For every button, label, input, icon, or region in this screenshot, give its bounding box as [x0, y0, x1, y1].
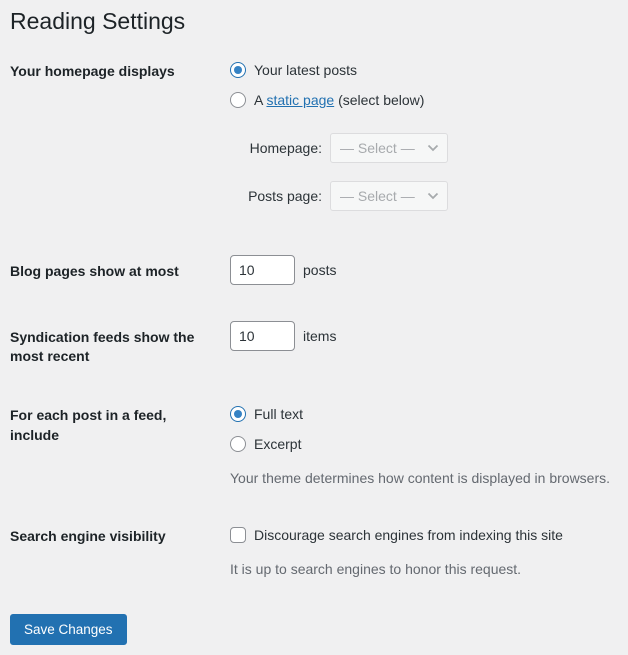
posts-page-select-label: Posts page: [230, 188, 322, 204]
radio-option-excerpt[interactable]: Excerpt [230, 433, 618, 455]
static-page-link[interactable]: static page [266, 92, 334, 108]
discourage-indexing-label: Discourage search engines from indexing … [254, 524, 563, 546]
checkbox-option-discourage-indexing[interactable]: Discourage search engines from indexing … [230, 524, 618, 546]
homepage-select: — Select — [330, 133, 448, 163]
blog-pages-label: Blog pages show at most [10, 255, 210, 282]
excerpt-radio[interactable] [230, 436, 246, 452]
blog-pages-row: Blog pages show at most posts [10, 237, 618, 303]
posts-per-page-input[interactable] [230, 255, 295, 285]
search-visibility-description: It is up to search engines to honor this… [230, 559, 618, 579]
feed-content-row: For each post in a feed, include Full te… [10, 385, 618, 506]
full-text-radio-label: Full text [254, 403, 303, 425]
feed-content-label: For each post in a feed, include [10, 403, 210, 445]
excerpt-radio-label: Excerpt [254, 433, 301, 455]
radio-option-latest-posts[interactable]: Your latest posts [230, 59, 618, 81]
latest-posts-radio-label: Your latest posts [254, 59, 357, 81]
radio-option-full-text[interactable]: Full text [230, 403, 618, 425]
chevron-down-icon [427, 192, 439, 200]
static-page-radio[interactable] [230, 92, 246, 108]
reading-settings-page: Reading Settings Your homepage displays … [0, 0, 628, 655]
search-visibility-row: Search engine visibility Discourage sear… [10, 506, 618, 597]
settings-form: Your homepage displays Your latest posts… [10, 41, 618, 598]
submit-area: Save Changes [10, 598, 618, 655]
search-visibility-label: Search engine visibility [10, 524, 210, 547]
save-changes-button[interactable]: Save Changes [10, 614, 127, 646]
full-text-radio[interactable] [230, 406, 246, 422]
homepage-displays-label: Your homepage displays [10, 59, 210, 82]
homepage-select-label: Homepage: [230, 140, 322, 156]
latest-posts-radio[interactable] [230, 62, 246, 78]
feed-items-unit: items [303, 328, 336, 344]
posts-per-page-unit: posts [303, 262, 336, 278]
static-page-radio-label: A static page (select below) [254, 89, 424, 111]
homepage-displays-row: Your homepage displays Your latest posts… [10, 41, 618, 237]
page-title: Reading Settings [10, 0, 618, 39]
posts-page-select-row: Posts page: — Select — [230, 181, 618, 211]
discourage-indexing-checkbox[interactable] [230, 527, 246, 543]
homepage-select-row: Homepage: — Select — [230, 133, 618, 163]
posts-page-select-value: — Select — [340, 188, 415, 204]
syndication-row: Syndication feeds show the most recent i… [10, 303, 618, 385]
feed-content-description: Your theme determines how content is dis… [230, 468, 618, 488]
radio-option-static-page[interactable]: A static page (select below) [230, 89, 618, 111]
feed-items-input[interactable] [230, 321, 295, 351]
syndication-label: Syndication feeds show the most recent [10, 321, 210, 367]
homepage-select-value: — Select — [340, 140, 415, 156]
chevron-down-icon [427, 144, 439, 152]
static-page-selects: Homepage: — Select — Posts page: — Selec… [230, 133, 618, 211]
posts-page-select: — Select — [330, 181, 448, 211]
